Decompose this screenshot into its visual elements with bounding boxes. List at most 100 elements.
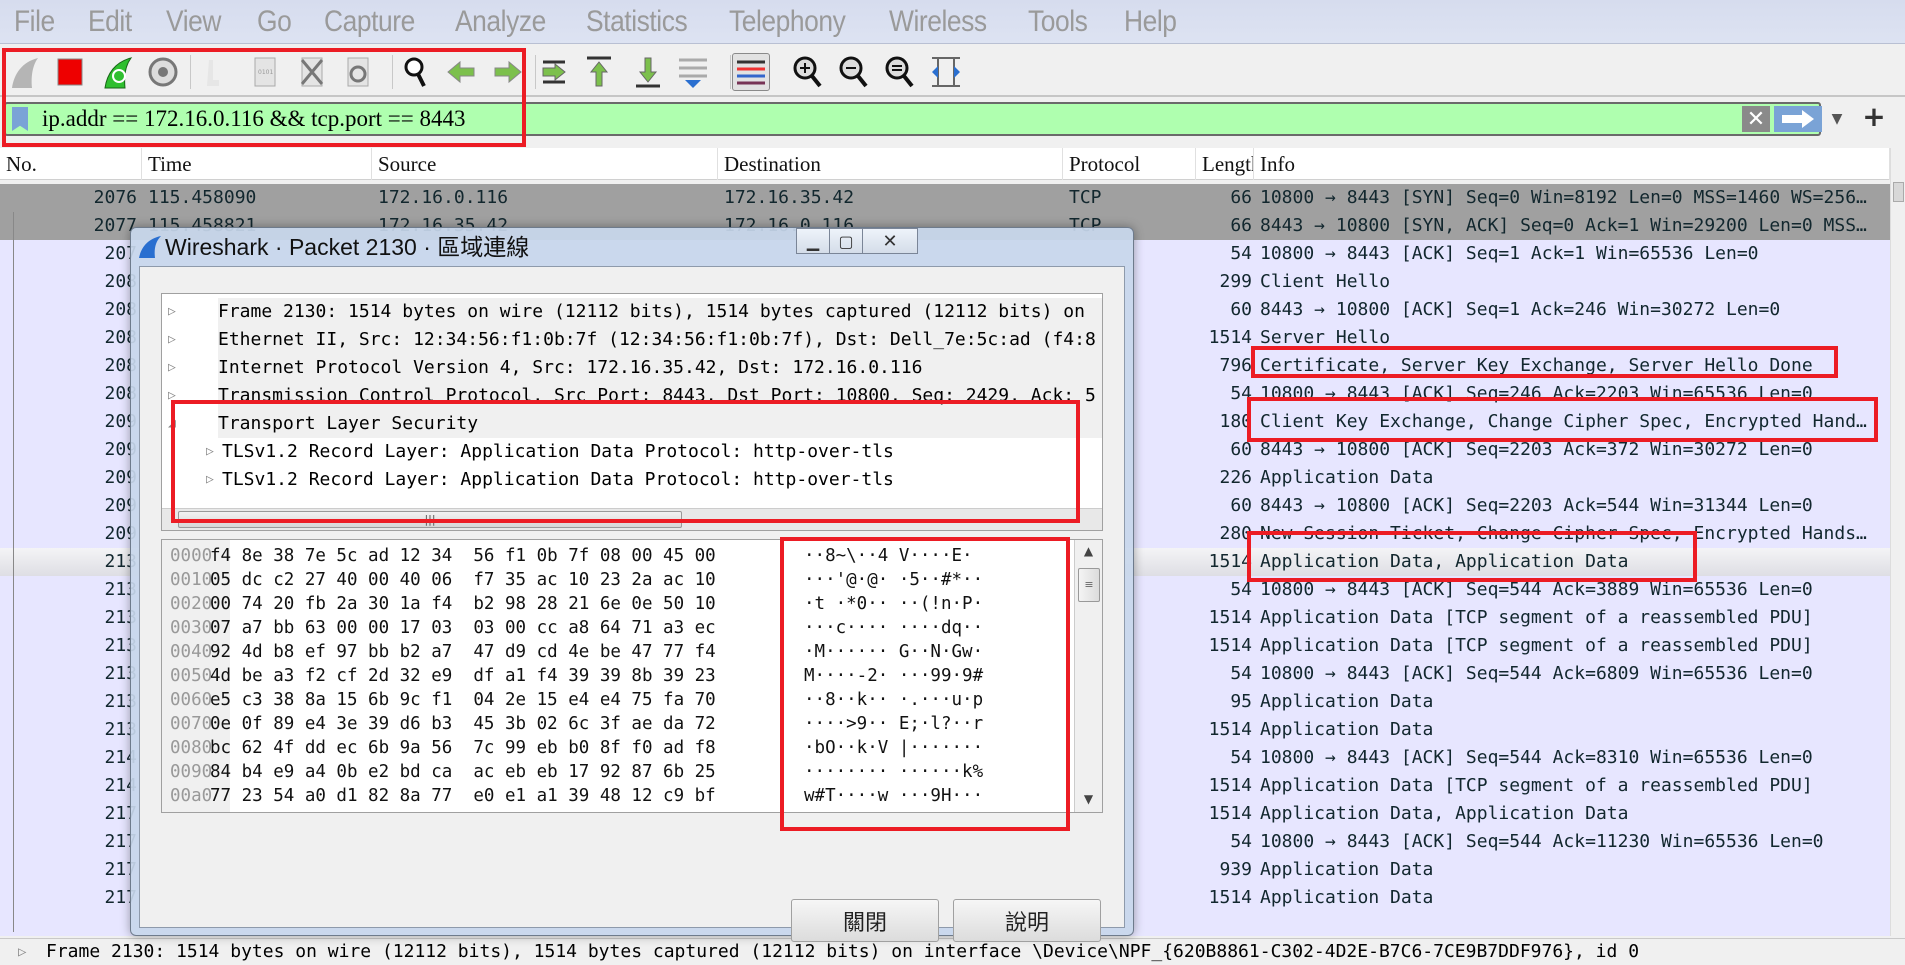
autoscroll-button[interactable] xyxy=(674,53,712,91)
colorize-button[interactable] xyxy=(732,53,770,91)
hex-ascii[interactable]: ··8··k·· ·.···u·p xyxy=(804,688,983,712)
last-packet-button[interactable] xyxy=(629,53,667,91)
hex-hex[interactable]: 00 74 20 fb 2a 30 1a f4 b2 98 28 21 6e 0… xyxy=(210,592,716,616)
menu-telephony[interactable]: Telephony xyxy=(729,5,846,39)
hex-hex[interactable]: bc 62 4f dd ec 6b 9a 56 7c 99 eb b0 8f f… xyxy=(210,736,716,760)
go-to-packet-button[interactable] xyxy=(536,53,574,91)
detail-tree-item[interactable]: ▷ Internet Protocol Version 4, Src: 172.1… xyxy=(162,354,1102,382)
hex-ascii[interactable]: M····-2· ···99·9# xyxy=(804,664,983,688)
hex-hex[interactable]: 0e 0f 89 e4 3e 39 d6 b3 45 3b 02 6c 3f a… xyxy=(210,712,716,736)
go-forward-button[interactable] xyxy=(488,53,526,91)
hex-hex[interactable]: 84 b4 e9 a4 0b e2 bd ca ac eb eb 17 92 8… xyxy=(210,760,716,784)
menu-file[interactable]: File xyxy=(14,5,55,39)
detail-tree-item[interactable]: ▷ Frame 2130: 1514 bytes on wire (12112 b… xyxy=(162,298,1102,326)
close-file-button[interactable] xyxy=(293,53,331,91)
hex-off[interactable]: 00a0 xyxy=(170,784,212,808)
column-header-time[interactable]: Time xyxy=(142,148,372,180)
collapsed-arrow-icon[interactable]: ▷ xyxy=(206,466,214,494)
column-header-protocol[interactable]: Protocol xyxy=(1063,148,1196,180)
hex-off[interactable]: 0040 xyxy=(170,640,212,664)
hex-ascii[interactable]: ··8~\··4 V····E· xyxy=(804,544,973,568)
hex-hex[interactable]: 77 23 54 a0 d1 82 8a 77 e0 e1 a1 39 48 1… xyxy=(210,784,716,808)
minimize-button[interactable]: ▁ xyxy=(796,228,830,254)
hex-off[interactable]: 0050 xyxy=(170,664,212,688)
zoom-in-button[interactable] xyxy=(789,53,827,91)
detail-tree-item[interactable]: ◢ Transport Layer Security xyxy=(162,410,1102,438)
bookmark-icon[interactable] xyxy=(12,107,28,131)
display-filter-input[interactable] xyxy=(42,104,1732,134)
hex-hex[interactable]: e5 c3 38 8a 15 6b 9c f1 04 2e 15 e4 e4 7… xyxy=(210,688,716,712)
first-packet-button[interactable] xyxy=(580,53,618,91)
column-header-destination[interactable]: Destination xyxy=(718,148,1063,180)
capture-options-button[interactable] xyxy=(144,53,182,91)
hex-off[interactable]: 0080 xyxy=(170,736,212,760)
maximize-button[interactable]: ▢ xyxy=(829,228,863,254)
menu-tools[interactable]: Tools xyxy=(1028,5,1088,39)
column-header-length[interactable]: Length xyxy=(1196,148,1254,180)
close-button[interactable]: 關閉 xyxy=(791,899,939,942)
help-button[interactable]: 說明 xyxy=(953,899,1101,942)
hex-ascii[interactable]: ·M······ G··N·Gw· xyxy=(804,640,983,664)
find-packet-button[interactable] xyxy=(398,53,436,91)
hex-off[interactable]: 0000 xyxy=(170,544,212,568)
hex-hex[interactable]: 92 4d b8 ef 97 bb b2 a7 47 d9 cd 4e be 4… xyxy=(210,640,716,664)
hex-ascii[interactable]: ···c···· ····dq·· xyxy=(804,616,983,640)
add-filter-button[interactable]: + xyxy=(1860,102,1888,134)
details-horizontal-scrollbar[interactable]: ||| xyxy=(162,508,1102,530)
hex-hex[interactable]: f4 8e 38 7e 5c ad 12 34 56 f1 0b 7f 08 0… xyxy=(210,544,716,568)
hex-off[interactable]: 0030 xyxy=(170,616,212,640)
menu-help[interactable]: Help xyxy=(1124,5,1177,39)
hex-ascii[interactable]: ·bO··k·V |······· xyxy=(804,736,983,760)
menu-analyze[interactable]: Analyze xyxy=(455,5,546,39)
hex-ascii[interactable]: w#T····w ···9H··· xyxy=(804,784,983,808)
hex-ascii[interactable]: ····>9·· E;·l?··r xyxy=(804,712,983,736)
hex-hex[interactable]: 07 a7 bb 63 00 00 17 03 03 00 cc a8 64 7… xyxy=(210,616,716,640)
open-file-button[interactable] xyxy=(194,53,232,91)
hex-off[interactable]: 0010 xyxy=(170,568,212,592)
detail-tree-item[interactable]: ▷ TLSv1.2 Record Layer: Application Data … xyxy=(162,438,1102,466)
save-file-button[interactable]: 0101 xyxy=(246,53,284,91)
collapsed-arrow-icon[interactable]: ▷ xyxy=(206,438,214,466)
column-header-source[interactable]: Source xyxy=(372,148,718,180)
menu-statistics[interactable]: Statistics xyxy=(586,5,688,39)
column-header-no[interactable]: No. xyxy=(0,148,142,180)
zoom-out-button[interactable] xyxy=(835,53,873,91)
normal-size-button[interactable] xyxy=(881,53,919,91)
apply-filter-button[interactable] xyxy=(1774,106,1822,132)
hex-off[interactable]: 0090 xyxy=(170,760,212,784)
go-back-button[interactable] xyxy=(443,53,481,91)
hex-ascii[interactable]: ···'@·@· ·5··#*·· xyxy=(804,568,983,592)
close-window-button[interactable]: ✕ xyxy=(862,228,918,254)
restart-capture-button[interactable] xyxy=(98,53,136,91)
detail-tree-item[interactable]: ▷ Transmission Control Protocol, Src Port… xyxy=(162,382,1102,410)
menu-view[interactable]: View xyxy=(166,5,221,39)
start-capture-button[interactable] xyxy=(5,53,43,91)
resize-columns-button[interactable] xyxy=(927,53,965,91)
menu-wireless[interactable]: Wireless xyxy=(889,5,987,39)
hex-off[interactable]: 0070 xyxy=(170,712,212,736)
filter-history-dropdown[interactable]: ▼ xyxy=(1826,104,1848,134)
packet-row[interactable]: 2076 115.458090 172.16.0.116 172.16.35.42 TC… xyxy=(0,184,1890,212)
collapsed-arrow-icon[interactable]: ▷ xyxy=(168,298,176,326)
menu-capture[interactable]: Capture xyxy=(324,5,415,39)
packet-info: Application Data xyxy=(1260,691,1434,712)
menu-edit[interactable]: Edit xyxy=(88,5,132,39)
column-header-info[interactable]: Info xyxy=(1254,148,1890,180)
hex-ascii[interactable]: ·t ·*0·· ··(!n·P· xyxy=(804,592,983,616)
hex-hex[interactable]: 05 dc c2 27 40 00 40 06 f7 35 ac 10 23 2… xyxy=(210,568,716,592)
hex-ascii[interactable]: ········ ······k% xyxy=(804,760,983,784)
collapsed-arrow-icon[interactable]: ▷ xyxy=(168,382,176,410)
collapsed-arrow-icon[interactable]: ▷ xyxy=(168,354,176,382)
hex-off[interactable]: 0060 xyxy=(170,688,212,712)
detail-tree-item[interactable]: ▷ TLSv1.2 Record Layer: Application Data … xyxy=(162,466,1102,494)
clear-filter-button[interactable]: ✕ xyxy=(1742,106,1770,132)
reload-file-button[interactable] xyxy=(339,53,377,91)
hex-off[interactable]: 0020 xyxy=(170,592,212,616)
stop-capture-button[interactable] xyxy=(51,53,89,91)
hex-hex[interactable]: 4d be a3 f2 cf 2d 32 e9 df a1 f4 39 39 8… xyxy=(210,664,716,688)
expanded-arrow-icon[interactable]: ◢ xyxy=(168,410,176,438)
menu-go[interactable]: Go xyxy=(257,5,292,39)
packet-list-scrollbar[interactable] xyxy=(1890,148,1905,936)
detail-tree-item[interactable]: ▷ Ethernet II, Src: 12:34:56:f1:0b:7f (12… xyxy=(162,326,1102,354)
collapsed-arrow-icon[interactable]: ▷ xyxy=(168,326,176,354)
